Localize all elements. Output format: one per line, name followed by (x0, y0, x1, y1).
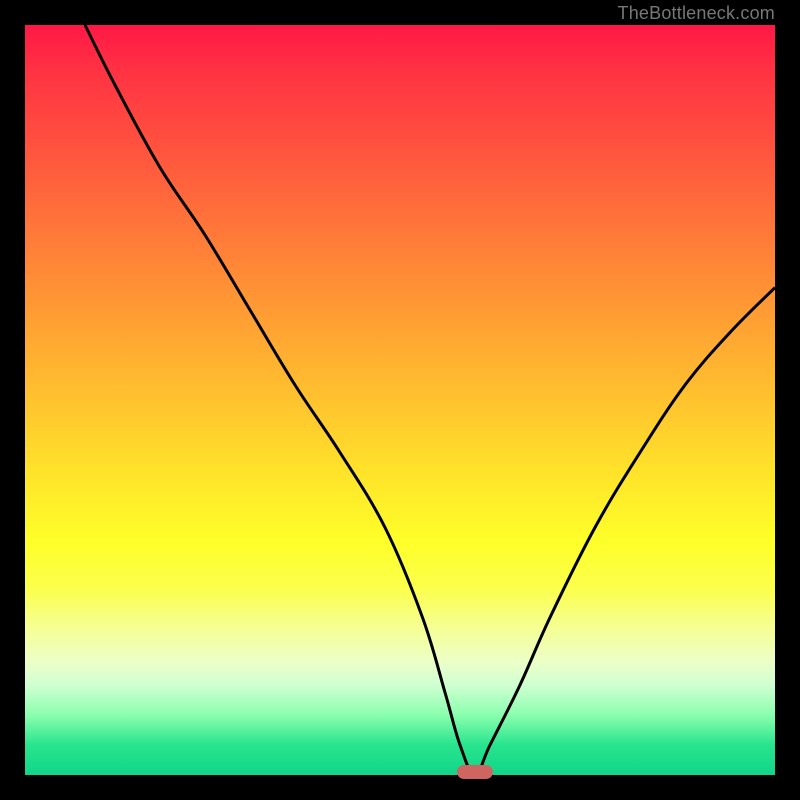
optimum-marker (457, 765, 493, 779)
chart-frame: TheBottleneck.com (0, 0, 800, 800)
plot-area (25, 25, 775, 775)
watermark-text: TheBottleneck.com (618, 3, 775, 24)
bottleneck-curve (25, 25, 775, 775)
